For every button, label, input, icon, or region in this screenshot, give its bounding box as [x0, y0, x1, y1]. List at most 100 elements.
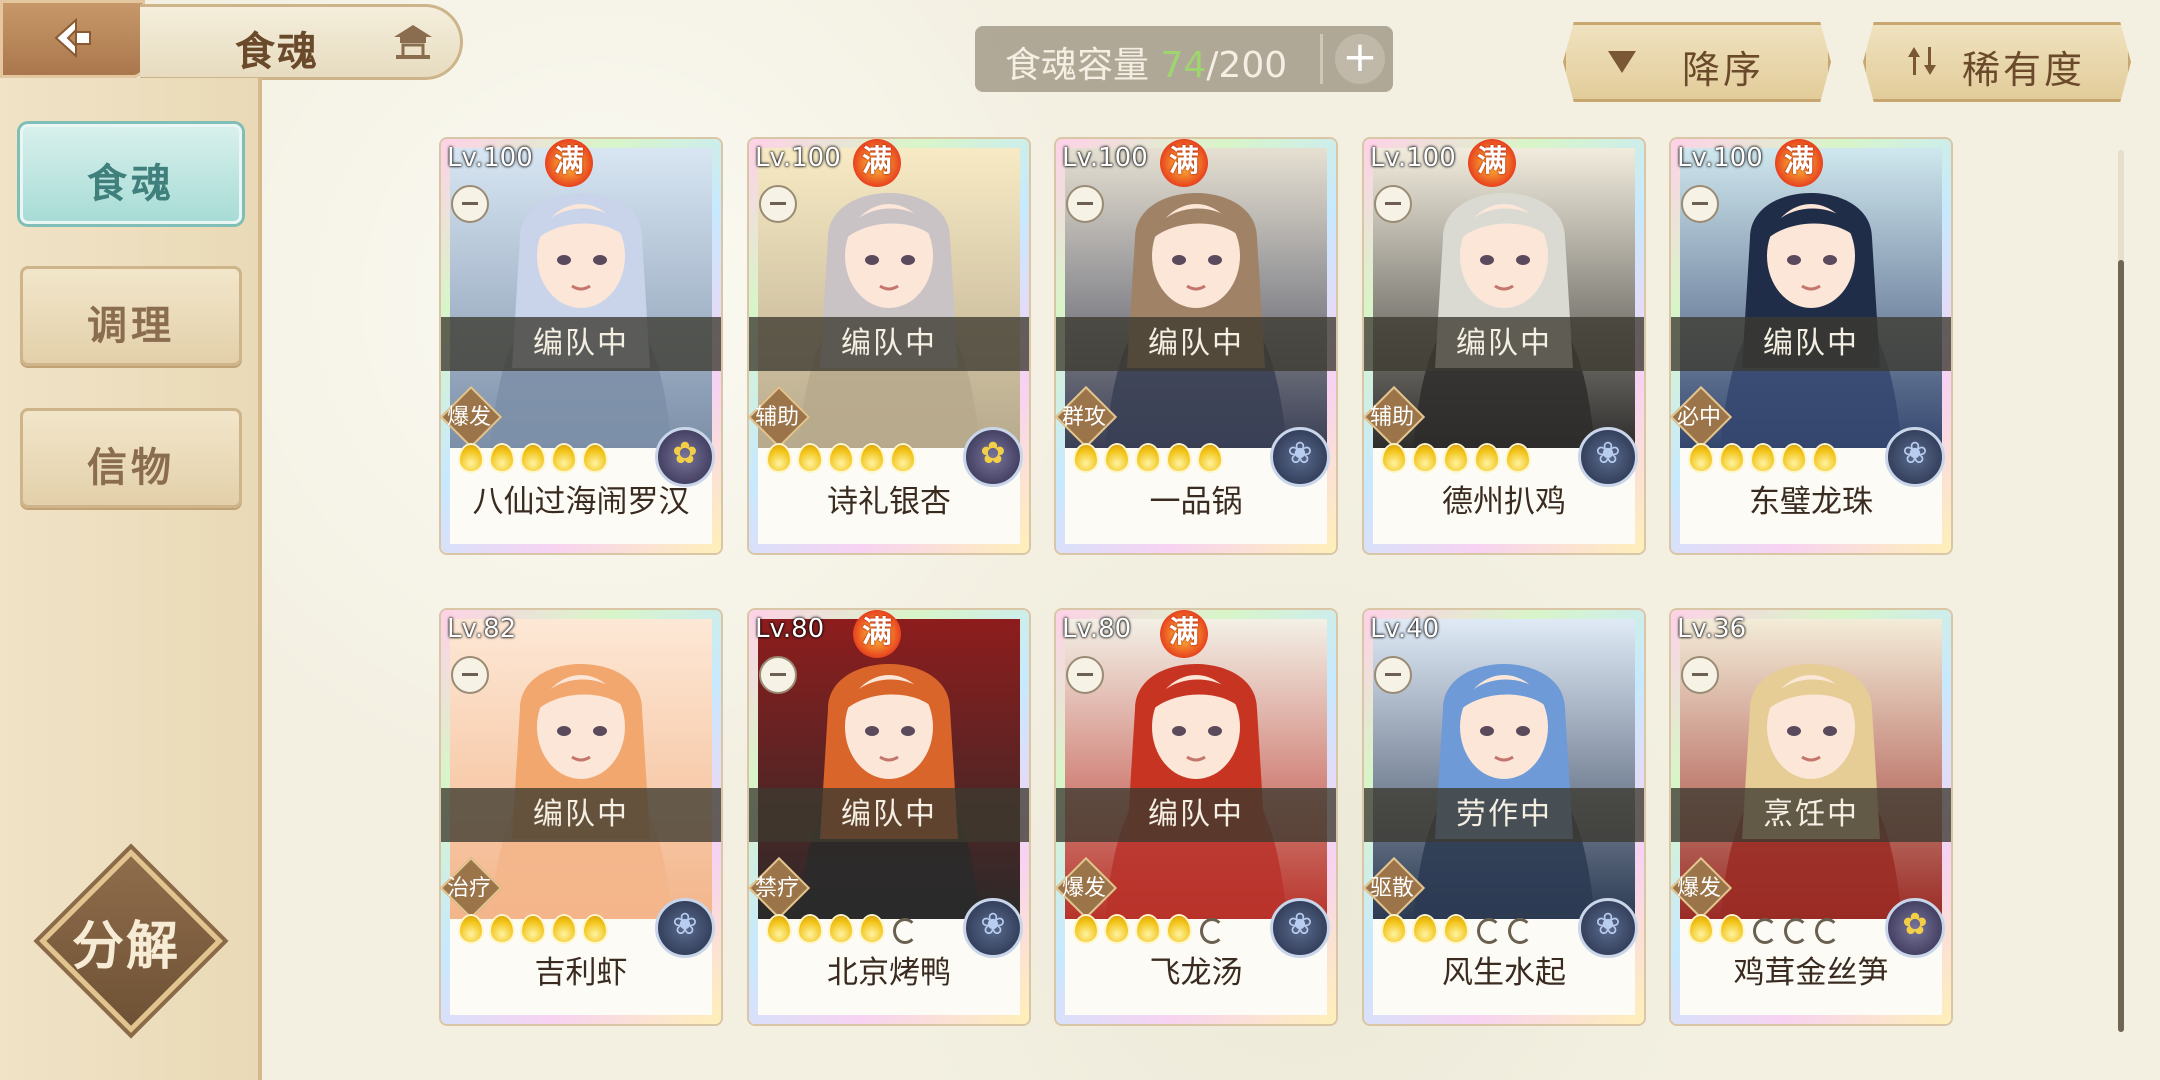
food-soul-card[interactable]: 飞龙汤 Lv.80 满编队中 爆发 [1054, 610, 1336, 1024]
star-filled-icon [488, 443, 516, 473]
role-badge: 辅助 [747, 385, 811, 449]
star-filled-icon [1718, 443, 1746, 473]
add-capacity-button[interactable]: + [1335, 34, 1385, 84]
status-banner: 编队中 [1364, 317, 1644, 371]
lock-badge-icon [759, 656, 797, 694]
max-level-badge: 满 [1160, 610, 1208, 658]
food-soul-card[interactable]: 吉利虾 Lv.82 编队中 治疗 [439, 610, 721, 1024]
star-rating [1380, 443, 1535, 473]
star-filled-icon [827, 443, 855, 473]
sort-order-label: 降序 [1682, 48, 1765, 92]
star-rating [457, 914, 612, 944]
role-label: 爆发 [1676, 876, 1721, 901]
role-label: 驱散 [1369, 876, 1414, 901]
character-name: 八仙过海闹罗汉 [472, 484, 690, 520]
page-title: 食魂 [235, 29, 319, 75]
star-filled-icon [858, 443, 886, 473]
food-soul-card[interactable]: 东璧龙珠 Lv.100 满编队中 必中 [1669, 139, 1951, 553]
status-banner: 编队中 [1056, 317, 1336, 371]
level-label: Lv.100 [447, 143, 533, 173]
star-filled-icon [1103, 914, 1131, 944]
star-filled-icon [1749, 443, 1777, 473]
blue-flower-icon [655, 898, 715, 958]
sidebar: 食魂 调理 信物 分解 [0, 78, 262, 1080]
star-filled-icon [519, 914, 547, 944]
role-badge: 治疗 [439, 856, 503, 920]
status-banner: 烹饪中 [1671, 788, 1951, 842]
food-soul-card[interactable]: 鸡茸金丝笋 Lv.36 烹饪中 爆发 [1669, 610, 1951, 1024]
status-banner: 编队中 [441, 788, 721, 842]
tab-label: 信物 [87, 445, 175, 491]
role-badge: 爆发 [439, 385, 503, 449]
tab-food-souls[interactable]: 食魂 [20, 124, 242, 224]
star-empty-icon [1196, 914, 1224, 944]
blue-flower-icon [1885, 427, 1945, 487]
decompose-button[interactable]: 分解 [39, 849, 223, 1033]
sort-by-button[interactable]: 稀有度 [1863, 22, 2131, 102]
star-empty-icon [1504, 914, 1532, 944]
star-filled-icon [519, 443, 547, 473]
food-soul-card[interactable]: 北京烤鸭 Lv.80 满编队中 禁疗 [747, 610, 1029, 1024]
star-empty-icon [889, 914, 917, 944]
character-name: 一品锅 [1149, 484, 1243, 520]
lock-badge-icon [451, 185, 489, 223]
role-label: 爆发 [1061, 876, 1106, 901]
level-label: Lv.80 [755, 614, 825, 644]
max-level-badge: 满 [1775, 139, 1823, 187]
star-filled-icon [765, 914, 793, 944]
star-filled-icon [1504, 443, 1532, 473]
role-label: 禁疗 [754, 876, 799, 901]
character-name: 东璧龙珠 [1749, 484, 1873, 520]
tab-conditioning[interactable]: 调理 [20, 266, 242, 366]
character-name: 北京烤鸭 [827, 955, 951, 991]
max-level-badge: 满 [1160, 139, 1208, 187]
character-name: 德州扒鸡 [1442, 484, 1566, 520]
status-banner: 编队中 [749, 788, 1029, 842]
food-soul-card[interactable]: 德州扒鸡 Lv.100 满编队中 辅助 [1362, 139, 1644, 553]
back-button[interactable] [0, 0, 145, 78]
level-label: Lv.80 [1062, 614, 1132, 644]
lock-badge-icon [1374, 656, 1412, 694]
star-filled-icon [1411, 914, 1439, 944]
capacity-indicator: 食魂容量 74/200 + [975, 26, 1393, 92]
food-soul-card[interactable]: 八仙过海闹罗汉 Lv.100 满编队中 爆发 [439, 139, 721, 553]
role-badge: 爆发 [1054, 856, 1118, 920]
scrollbar-thumb[interactable] [2118, 260, 2124, 1032]
food-soul-card[interactable]: 诗礼银杏 Lv.100 满编队中 辅助 [747, 139, 1029, 553]
decompose-label: 分解 [71, 917, 180, 977]
status-banner: 编队中 [1671, 317, 1951, 371]
star-empty-icon [1473, 914, 1501, 944]
character-name: 吉利虾 [534, 955, 628, 991]
food-soul-card[interactable]: 一品锅 Lv.100 满编队中 群攻 [1054, 139, 1336, 553]
lock-badge-icon [759, 185, 797, 223]
star-filled-icon [581, 914, 609, 944]
status-banner: 编队中 [1056, 788, 1336, 842]
tab-tokens[interactable]: 信物 [20, 408, 242, 508]
gold-flower-icon [963, 427, 1023, 487]
star-filled-icon [1072, 914, 1100, 944]
status-banner: 编队中 [441, 317, 721, 371]
page-title-tab: 食魂 [140, 4, 463, 80]
home-icon[interactable] [390, 21, 436, 61]
scrollbar[interactable] [2118, 150, 2124, 1032]
star-filled-icon [1165, 443, 1193, 473]
star-rating [1072, 914, 1227, 944]
star-filled-icon [765, 443, 793, 473]
star-filled-icon [1687, 443, 1715, 473]
star-empty-icon [1780, 914, 1808, 944]
level-label: Lv.100 [1370, 143, 1456, 173]
food-soul-card[interactable]: 风生水起 Lv.40 劳作中 驱散 [1362, 610, 1644, 1024]
capacity-label: 食魂容量 [1005, 45, 1150, 86]
blue-flower-icon [1270, 898, 1330, 958]
star-filled-icon [457, 443, 485, 473]
sort-order-button[interactable]: 降序 [1563, 22, 1831, 102]
star-filled-icon [1411, 443, 1439, 473]
sort-by-label: 稀有度 [1962, 48, 2086, 92]
lock-badge-icon [1066, 185, 1104, 223]
role-label: 辅助 [1369, 405, 1414, 430]
lock-badge-icon [451, 656, 489, 694]
role-label: 群攻 [1061, 405, 1106, 430]
level-label: Lv.40 [1370, 614, 1440, 644]
star-rating [765, 443, 920, 473]
star-filled-icon [1780, 443, 1808, 473]
